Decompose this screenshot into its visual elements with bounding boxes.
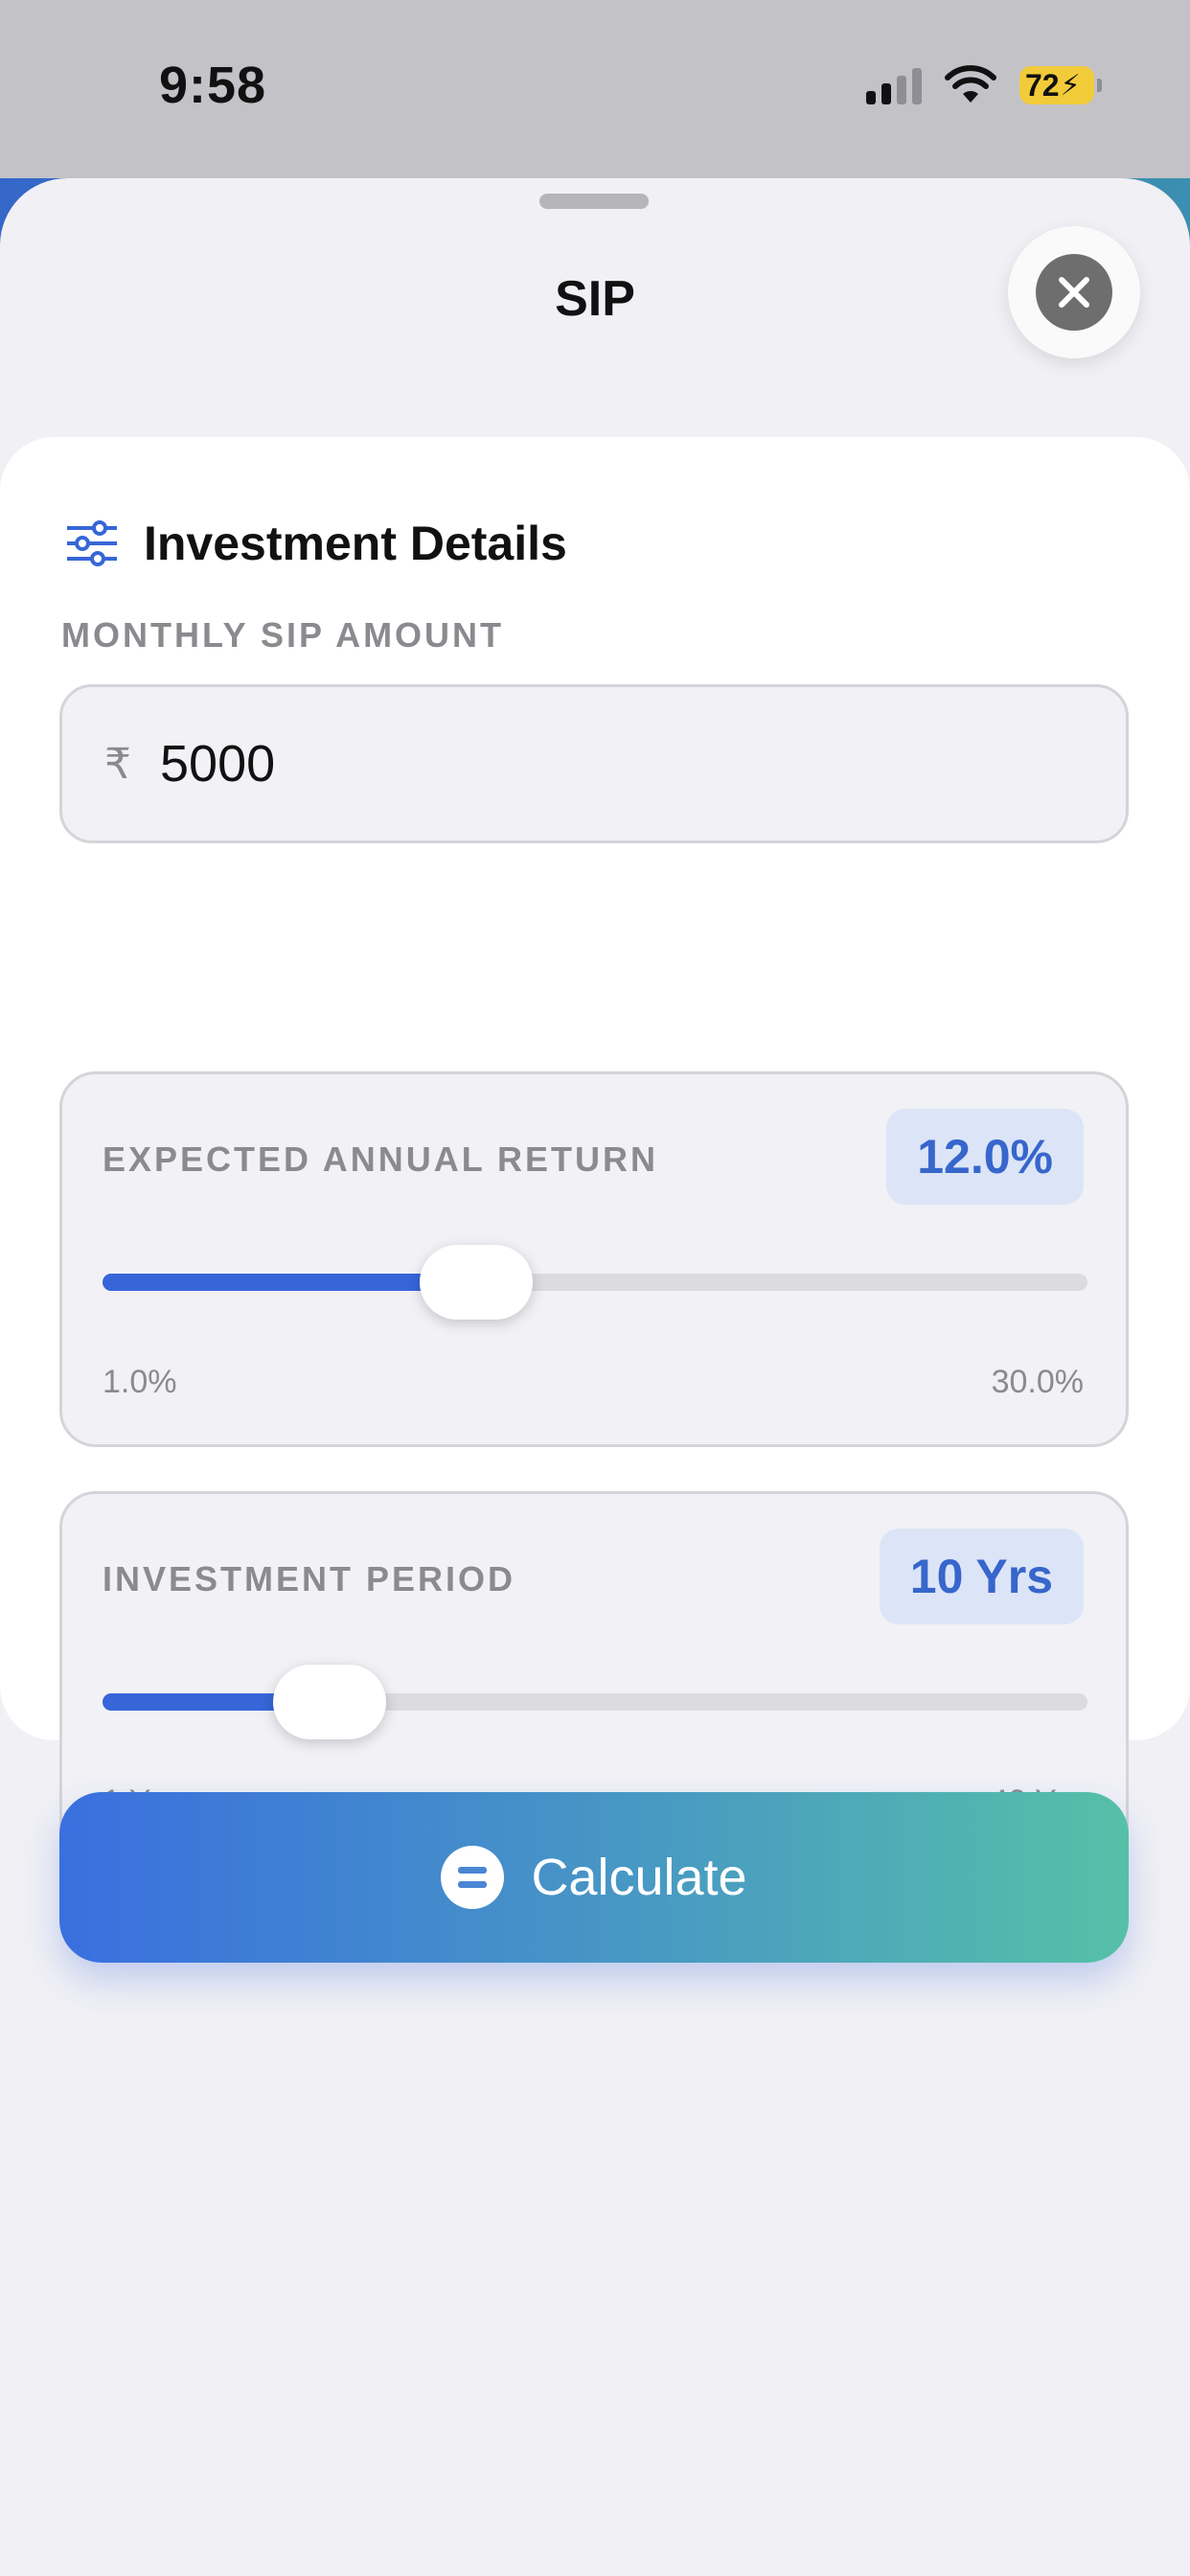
status-bar: 9:58 72 ⚡ [0, 0, 1190, 178]
investment-period-thumb[interactable] [273, 1665, 387, 1739]
annual-return-slider-card: EXPECTED ANNUAL RETURN 12.0% 1.0% 30.0% [59, 1071, 1129, 1447]
card-title: Investment Details [144, 517, 567, 570]
status-icons: 72 ⚡ [866, 61, 1102, 109]
annual-return-track[interactable] [103, 1245, 1087, 1320]
card-header: Investment Details [65, 516, 567, 571]
battery-level: 72 [1025, 67, 1060, 103]
annual-return-label: EXPECTED ANNUAL RETURN [103, 1139, 659, 1179]
investment-period-track[interactable] [103, 1665, 1087, 1739]
sliders-icon [67, 520, 117, 566]
close-icon [1036, 254, 1112, 331]
cellular-signal-icon [866, 66, 922, 104]
monthly-sip-value: 5000 [160, 735, 276, 793]
calculate-label: Calculate [531, 1849, 747, 1906]
close-button[interactable] [1008, 226, 1140, 358]
calculate-button[interactable]: Calculate [59, 1792, 1129, 1963]
bottom-sheet: SIP Investment Details MONTHLY SIP AMOUN… [0, 178, 1190, 2576]
investment-period-label: INVESTMENT PERIOD [103, 1559, 516, 1598]
monthly-sip-label: MONTHLY SIP AMOUNT [61, 615, 505, 655]
status-time: 9:58 [159, 57, 267, 114]
monthly-sip-input[interactable]: ₹ 5000 [59, 684, 1129, 843]
rupee-icon: ₹ [104, 740, 131, 788]
investment-period-badge: 10 Yrs [879, 1529, 1084, 1624]
investment-details-card: Investment Details MONTHLY SIP AMOUNT ₹ … [0, 437, 1190, 1867]
battery-charging-icon: 72 ⚡ [1019, 66, 1102, 104]
sheet-grabber[interactable] [539, 194, 649, 209]
annual-return-thumb[interactable] [419, 1245, 533, 1320]
annual-return-badge: 12.0% [886, 1109, 1084, 1205]
annual-return-max: 30.0% [991, 1364, 1084, 1400]
wifi-icon [945, 65, 996, 103]
equals-icon [441, 1846, 505, 1909]
annual-return-min: 1.0% [103, 1364, 177, 1400]
